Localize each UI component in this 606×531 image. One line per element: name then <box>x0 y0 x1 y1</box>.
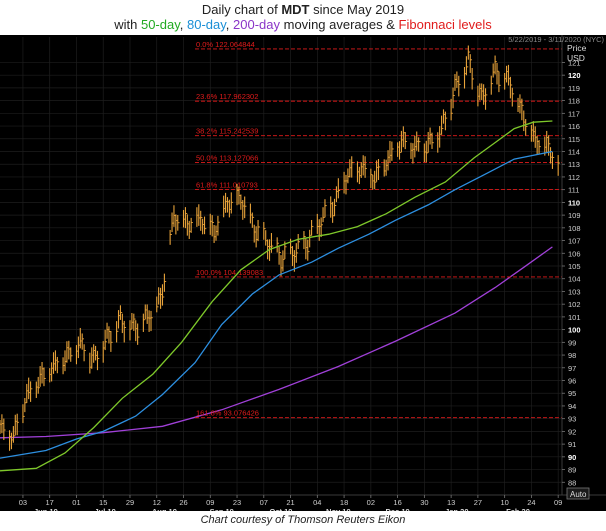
y-tick-label: 103 <box>568 287 581 296</box>
y-tick-label: 104 <box>568 275 581 284</box>
y-tick-label: 101 <box>568 313 581 322</box>
x-tick-label: 04 <box>313 498 321 507</box>
y-tick-label: 109 <box>568 211 581 220</box>
legend-fibonacci: Fibonnaci levels <box>398 17 492 32</box>
y-tick-label: 112 <box>568 173 580 182</box>
subtitle-mid: moving averages & <box>280 17 399 32</box>
x-tick-label: 26 <box>179 498 187 507</box>
x-tick-label: 09 <box>554 498 562 507</box>
x-axis: 03 17 01 15 29 12 26 09 23 07 21 04 18 02 16 30 13 27 10 24… <box>19 495 562 516</box>
x-tick-label: 21 <box>286 498 294 507</box>
subtitle-with: with <box>114 17 141 32</box>
legend-50-day: 50-day <box>140 17 180 32</box>
y-tick-label: 88 <box>568 478 576 487</box>
x-month-label: Feb 20 <box>506 507 530 511</box>
x-tick-label: 01 <box>72 498 80 507</box>
legend-200-day: 200-day <box>233 17 281 32</box>
y-tick-label: 105 <box>568 262 581 271</box>
y-tick-label: 115 <box>568 135 580 144</box>
y-axis: 88 89 90 91 92 93 94 95 96 97 98 99 100 101 102 103 104 1… <box>562 58 581 487</box>
fib-level-label: 23.6% 117.962302 <box>196 92 258 101</box>
ma-80-layer <box>0 150 553 459</box>
x-tick-label: 30 <box>420 498 428 507</box>
x-tick-label: 07 <box>260 498 268 507</box>
y-tick-label: 107 <box>568 237 581 246</box>
x-month-label: Oct 19 <box>270 507 293 511</box>
y-tick-label: 119 <box>568 84 580 93</box>
y-tick-label: 114 <box>568 148 580 157</box>
fib-level-label: 50.0% 113.127066 <box>196 154 258 163</box>
x-tick-label: 24 <box>527 498 535 507</box>
y-tick-label: 99 <box>568 338 576 347</box>
date-range-label: 5/22/2019 - 3/11/2020 (NYC) <box>508 35 604 44</box>
y-tick-label: 118 <box>568 97 580 106</box>
chart-subtitle: with 50-day, 80-day, 200-day moving aver… <box>0 17 606 33</box>
y-tick-label: 98 <box>568 351 576 360</box>
x-tick-label: 13 <box>447 498 455 507</box>
fib-level-label: 38.2% 115.242539 <box>196 127 258 136</box>
x-tick-label: 23 <box>233 498 241 507</box>
y-tick-label: 96 <box>568 377 576 386</box>
chart-caption: Chart courtesy of Thomson Reuters Eikon <box>200 514 406 526</box>
y-tick-label: 120 <box>568 71 581 80</box>
fib-level-label: 61.8% 111.010793 <box>196 181 258 190</box>
x-tick-label: 09 <box>206 498 214 507</box>
title-suffix: since May 2019 <box>309 2 405 17</box>
title-ticker: MDT <box>281 2 310 17</box>
x-tick-label: 18 <box>340 498 348 507</box>
price-chart: 0.0% 122.064844 23.6% 117.962302 38.2% 115… <box>0 35 606 516</box>
x-month-label: Nov 19 <box>326 507 351 511</box>
y-tick-label: 91 <box>568 440 576 449</box>
y-tick-label: 116 <box>568 122 580 131</box>
x-month-label: Jul 19 <box>95 507 116 511</box>
title-prefix: Daily chart of <box>201 2 282 17</box>
x-tick-label: 16 <box>393 498 401 507</box>
y-tick-label: 100 <box>568 326 581 335</box>
price-axis-title: Price <box>567 43 587 53</box>
y-tick-label: 95 <box>568 389 576 398</box>
x-tick-label: 03 <box>19 498 27 507</box>
y-tick-label: 117 <box>568 109 580 118</box>
y-tick-label: 93 <box>568 415 576 424</box>
ma-line-80-day <box>0 150 553 459</box>
legend-80-day: 80-day <box>187 17 226 32</box>
y-tick-label: 108 <box>568 224 581 233</box>
auto-scale-label: Auto <box>570 490 587 499</box>
chart-panel: 0.0% 122.064844 23.6% 117.962302 38.2% 115… <box>0 35 606 516</box>
y-tick-label: 106 <box>568 249 581 258</box>
x-tick-label: 29 <box>126 498 134 507</box>
x-month-label: Aug 19 <box>152 507 177 511</box>
x-tick-label: 15 <box>99 498 107 507</box>
y-tick-label: 94 <box>568 402 576 411</box>
fib-level-label: 161.8% 93.076426 <box>196 409 259 418</box>
x-tick-label: 10 <box>500 498 508 507</box>
x-tick-label: 17 <box>46 498 54 507</box>
subtitle-sep2: , <box>225 17 234 32</box>
x-month-label: Sep 19 <box>210 507 234 511</box>
y-tick-label: 90 <box>568 453 576 462</box>
x-month-label: Jun 19 <box>34 507 58 511</box>
x-tick-label: 02 <box>367 498 375 507</box>
y-tick-label: 110 <box>568 198 580 207</box>
y-tick-label: 113 <box>568 160 580 169</box>
y-tick-label: 111 <box>568 186 579 195</box>
x-month-label: Dec 19 <box>386 507 410 511</box>
y-tick-label: 89 <box>568 466 576 475</box>
chart-title: Daily chart of MDT since May 2019 <box>0 2 606 18</box>
y-tick-label: 97 <box>568 364 576 373</box>
y-tick-label: 121 <box>568 58 581 67</box>
subtitle-sep1: , <box>179 17 187 32</box>
x-month-label: Jan 20 <box>445 507 468 511</box>
price-bars <box>0 45 560 451</box>
x-tick-label: 12 <box>153 498 161 507</box>
x-tick-label: 27 <box>474 498 482 507</box>
y-tick-label: 102 <box>568 300 581 309</box>
y-tick-label: 92 <box>568 427 576 436</box>
fib-level-label: 0.0% 122.064844 <box>196 40 255 49</box>
fib-level-label: 100.0% 104.139083 <box>196 268 263 277</box>
